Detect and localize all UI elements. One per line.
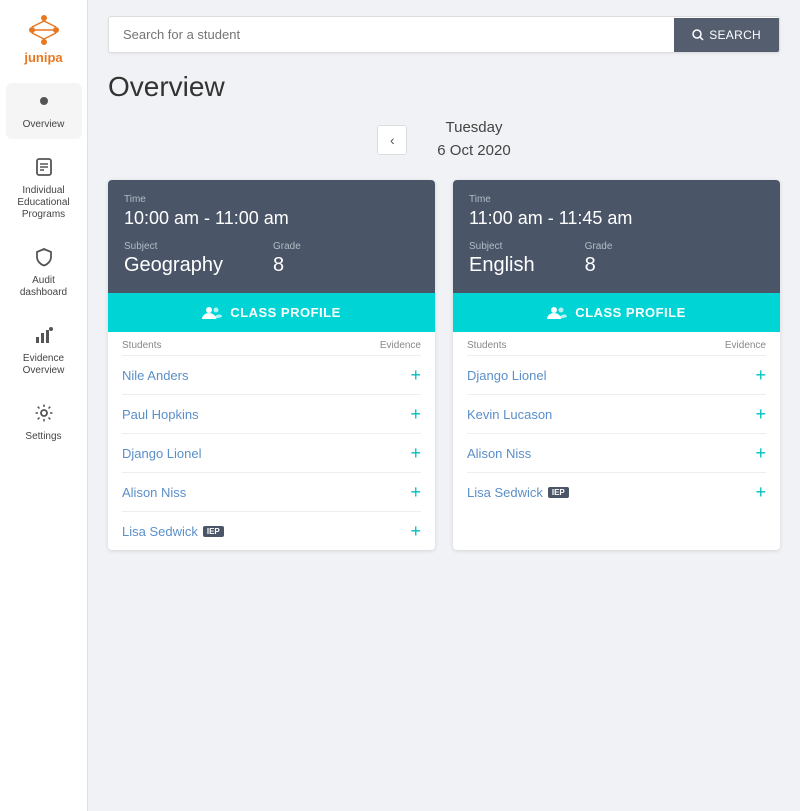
add-evidence-btn-1-0[interactable]: + [755, 366, 766, 384]
add-evidence-btn-1-3[interactable]: + [755, 483, 766, 501]
date-display: Tuesday 6 Oct 2020 [437, 117, 510, 162]
add-evidence-btn-0-4[interactable]: + [410, 522, 421, 540]
student-row-1-0: Django Lionel + [467, 356, 766, 395]
sidebar-item-overview-label: Overview [23, 119, 65, 131]
student-name-0-0[interactable]: Nile Anders [122, 368, 188, 383]
sidebar-item-settings-label: Settings [25, 431, 61, 443]
add-evidence-btn-0-1[interactable]: + [410, 405, 421, 423]
page-title: Overview [108, 71, 780, 103]
date-date: 6 Oct 2020 [437, 140, 510, 163]
student-name-1-2[interactable]: Alison Niss [467, 446, 531, 461]
search-input[interactable] [109, 17, 674, 52]
card-grade-label-0: Grade [273, 241, 301, 252]
card-subject-label-1: Subject [469, 241, 535, 252]
card-subject-group-0: Subject Geography [124, 241, 223, 277]
add-evidence-btn-0-3[interactable]: + [410, 483, 421, 501]
session-card-0: Time 10:00 am - 11:00 am Subject Geograp… [108, 180, 435, 550]
app-name: junipa [24, 50, 62, 65]
card-header-1: Time 11:00 am - 11:45 am Subject English… [453, 180, 780, 293]
overview-icon [34, 91, 54, 116]
iep-badge-0-4: IEP [203, 526, 224, 537]
card-time-label-0: Time [124, 194, 419, 205]
students-col-label-0: Students [122, 340, 161, 351]
add-evidence-btn-0-0[interactable]: + [410, 366, 421, 384]
student-list-header-1: Students Evidence [467, 332, 766, 356]
search-button-label: SEARCH [709, 28, 761, 42]
sidebar-item-audit-label: Audit dashboard [12, 275, 76, 299]
student-name-0-4[interactable]: Lisa Sedwick IEP [122, 524, 224, 539]
student-list-0: Students Evidence Nile Anders + Paul Hop… [108, 332, 435, 550]
student-name-0-2[interactable]: Django Lionel [122, 446, 202, 461]
student-row-1-2: Alison Niss + [467, 434, 766, 473]
sidebar-item-evidence[interactable]: Evidence Overview [6, 317, 82, 385]
card-meta-0: Subject Geography Grade 8 [124, 241, 419, 277]
settings-icon [34, 403, 54, 428]
logo: junipa [22, 12, 66, 65]
evidence-icon [34, 325, 54, 350]
search-icon [692, 29, 704, 41]
evidence-col-label-0: Evidence [380, 340, 421, 351]
class-profile-label-1: CLASS PROFILE [575, 305, 686, 320]
card-subject-0: Geography [124, 254, 223, 277]
student-name-0-1[interactable]: Paul Hopkins [122, 407, 199, 422]
student-row-0-1: Paul Hopkins + [122, 395, 421, 434]
student-row-0-4: Lisa Sedwick IEP + [122, 512, 421, 550]
class-profile-label-0: CLASS PROFILE [230, 305, 341, 320]
sidebar-item-overview[interactable]: Overview [6, 83, 82, 139]
card-time-1: 11:00 am - 11:45 am [469, 208, 764, 229]
search-button[interactable]: SEARCH [674, 18, 779, 52]
class-profile-button-1[interactable]: CLASS PROFILE [453, 293, 780, 332]
student-row-0-3: Alison Niss + [122, 473, 421, 512]
students-col-label-1: Students [467, 340, 506, 351]
student-name-1-0[interactable]: Django Lionel [467, 368, 547, 383]
sidebar-item-evidence-label: Evidence Overview [12, 353, 76, 377]
student-name-1-3[interactable]: Lisa Sedwick IEP [467, 485, 569, 500]
sidebar-item-iep[interactable]: Individual Educational Programs [6, 149, 82, 229]
evidence-col-label-1: Evidence [725, 340, 766, 351]
student-row-0-0: Nile Anders + [122, 356, 421, 395]
student-list-header-0: Students Evidence [122, 332, 421, 356]
session-cards: Time 10:00 am - 11:00 am Subject Geograp… [108, 180, 780, 550]
card-grade-label-1: Grade [585, 241, 613, 252]
iep-icon [34, 157, 54, 182]
class-profile-icon-0 [202, 306, 222, 320]
session-card-1: Time 11:00 am - 11:45 am Subject English… [453, 180, 780, 550]
iep-badge-1-3: IEP [548, 487, 569, 498]
card-grade-group-1: Grade 8 [585, 241, 613, 277]
card-grade-0: 8 [273, 254, 301, 277]
date-navigation: ‹ Tuesday 6 Oct 2020 [108, 117, 780, 162]
sidebar-item-iep-label: Individual Educational Programs [12, 185, 76, 221]
card-subject-group-1: Subject English [469, 241, 535, 277]
search-bar: SEARCH [108, 16, 780, 53]
card-subject-label-0: Subject [124, 241, 223, 252]
card-header-0: Time 10:00 am - 11:00 am Subject Geograp… [108, 180, 435, 293]
student-name-1-1[interactable]: Kevin Lucason [467, 407, 552, 422]
class-profile-icon-1 [547, 306, 567, 320]
student-row-1-1: Kevin Lucason + [467, 395, 766, 434]
student-row-1-3: Lisa Sedwick IEP + [467, 473, 766, 511]
main-content: SEARCH Overview ‹ Tuesday 6 Oct 2020 Tim… [88, 0, 800, 811]
card-time-0: 10:00 am - 11:00 am [124, 208, 419, 229]
sidebar-item-audit[interactable]: Audit dashboard [6, 239, 82, 307]
student-name-0-3[interactable]: Alison Niss [122, 485, 186, 500]
student-list-1: Students Evidence Django Lionel + Kevin … [453, 332, 780, 511]
audit-icon [34, 247, 54, 272]
class-profile-button-0[interactable]: CLASS PROFILE [108, 293, 435, 332]
date-day: Tuesday [437, 117, 510, 140]
sidebar: junipa Overview Individual Educational P… [0, 0, 88, 811]
add-evidence-btn-1-2[interactable]: + [755, 444, 766, 462]
card-time-label-1: Time [469, 194, 764, 205]
card-grade-1: 8 [585, 254, 613, 277]
card-subject-1: English [469, 254, 535, 277]
sidebar-item-settings[interactable]: Settings [6, 395, 82, 451]
add-evidence-btn-0-2[interactable]: + [410, 444, 421, 462]
prev-date-button[interactable]: ‹ [377, 125, 407, 155]
add-evidence-btn-1-1[interactable]: + [755, 405, 766, 423]
logo-icon [22, 12, 66, 48]
student-row-0-2: Django Lionel + [122, 434, 421, 473]
card-meta-1: Subject English Grade 8 [469, 241, 764, 277]
card-grade-group-0: Grade 8 [273, 241, 301, 277]
